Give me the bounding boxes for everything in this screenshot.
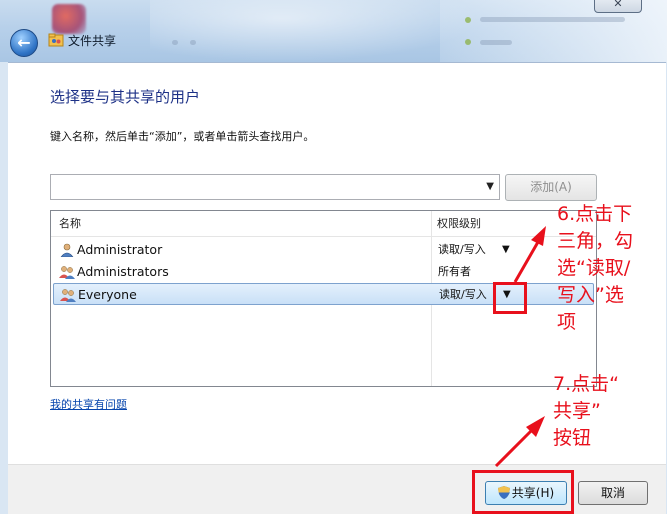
- permission-dropdown-icon[interactable]: ▼: [502, 239, 510, 261]
- background-blur-line: [190, 40, 196, 45]
- annotation-step7: 7.点击“ 共享” 按钮: [553, 371, 663, 452]
- background-blur-line: [172, 40, 178, 45]
- sharing-help-link[interactable]: 我的共享有问题: [50, 396, 127, 412]
- annotation-line: 写入”选: [557, 284, 624, 306]
- close-icon: ✕: [613, 0, 623, 10]
- annotation-line: 项: [557, 311, 577, 333]
- header-divider: [51, 236, 596, 237]
- user-name-input[interactable]: [54, 176, 474, 198]
- row-permission: 所有者: [438, 265, 471, 278]
- row-name: Everyone: [78, 287, 137, 302]
- annotation-line: 7.点击“: [553, 373, 619, 395]
- annotation-line: 选“读取/: [557, 257, 631, 279]
- row-name: Administrators: [77, 264, 169, 279]
- row-permission: 读取/写入: [438, 243, 486, 256]
- window-title: 文件共享: [68, 34, 117, 48]
- row-name: Administrator: [77, 242, 163, 257]
- chevron-down-icon[interactable]: ▼: [486, 181, 494, 192]
- window-close-button[interactable]: ✕: [594, 0, 642, 13]
- blurred-background-icon: [52, 4, 86, 34]
- highlight-box-dropdown: [493, 282, 527, 314]
- page-title: 选择要与其共享的用户: [50, 88, 201, 106]
- background-blur-line: [480, 40, 512, 45]
- column-header-name[interactable]: 名称: [59, 211, 81, 236]
- table-row-administrators[interactable]: Administrators 所有者: [53, 261, 594, 283]
- add-button[interactable]: 添加(A): [505, 174, 597, 201]
- annotation-line: 共享”: [553, 400, 601, 422]
- annotation-line: 6.点击下: [557, 203, 633, 225]
- group-icon: [59, 266, 75, 279]
- highlight-box-share: [472, 470, 574, 514]
- group-icon: [60, 289, 76, 302]
- row-permission: 读取/写入: [439, 288, 487, 301]
- back-arrow-icon: ←: [17, 33, 31, 52]
- instruction-text: 键入名称，然后单击“添加”，或者单击箭头查找用户。: [50, 130, 315, 143]
- user-icon: [60, 243, 74, 257]
- window-titlebar: [0, 0, 667, 62]
- annotation-line: 三角，勾: [557, 230, 634, 252]
- aero-glass-highlight: [150, 0, 480, 62]
- background-blur-line: [480, 17, 625, 22]
- file-share-icon: [48, 33, 64, 47]
- column-header-permission[interactable]: 权限级别: [437, 211, 481, 236]
- annotation-step6: 6.点击下 三角，勾 选“读取/ 写入”选 项: [557, 201, 667, 336]
- table-row-administrator[interactable]: Administrator 读取/写入 ▼: [53, 239, 594, 261]
- user-name-combobox[interactable]: ▼: [50, 174, 500, 200]
- cancel-button[interactable]: 取消: [578, 481, 648, 505]
- back-button[interactable]: ←: [10, 29, 38, 57]
- background-dot-icon: [465, 17, 471, 23]
- annotation-line: 按钮: [553, 427, 592, 449]
- background-dot-icon: [465, 39, 471, 45]
